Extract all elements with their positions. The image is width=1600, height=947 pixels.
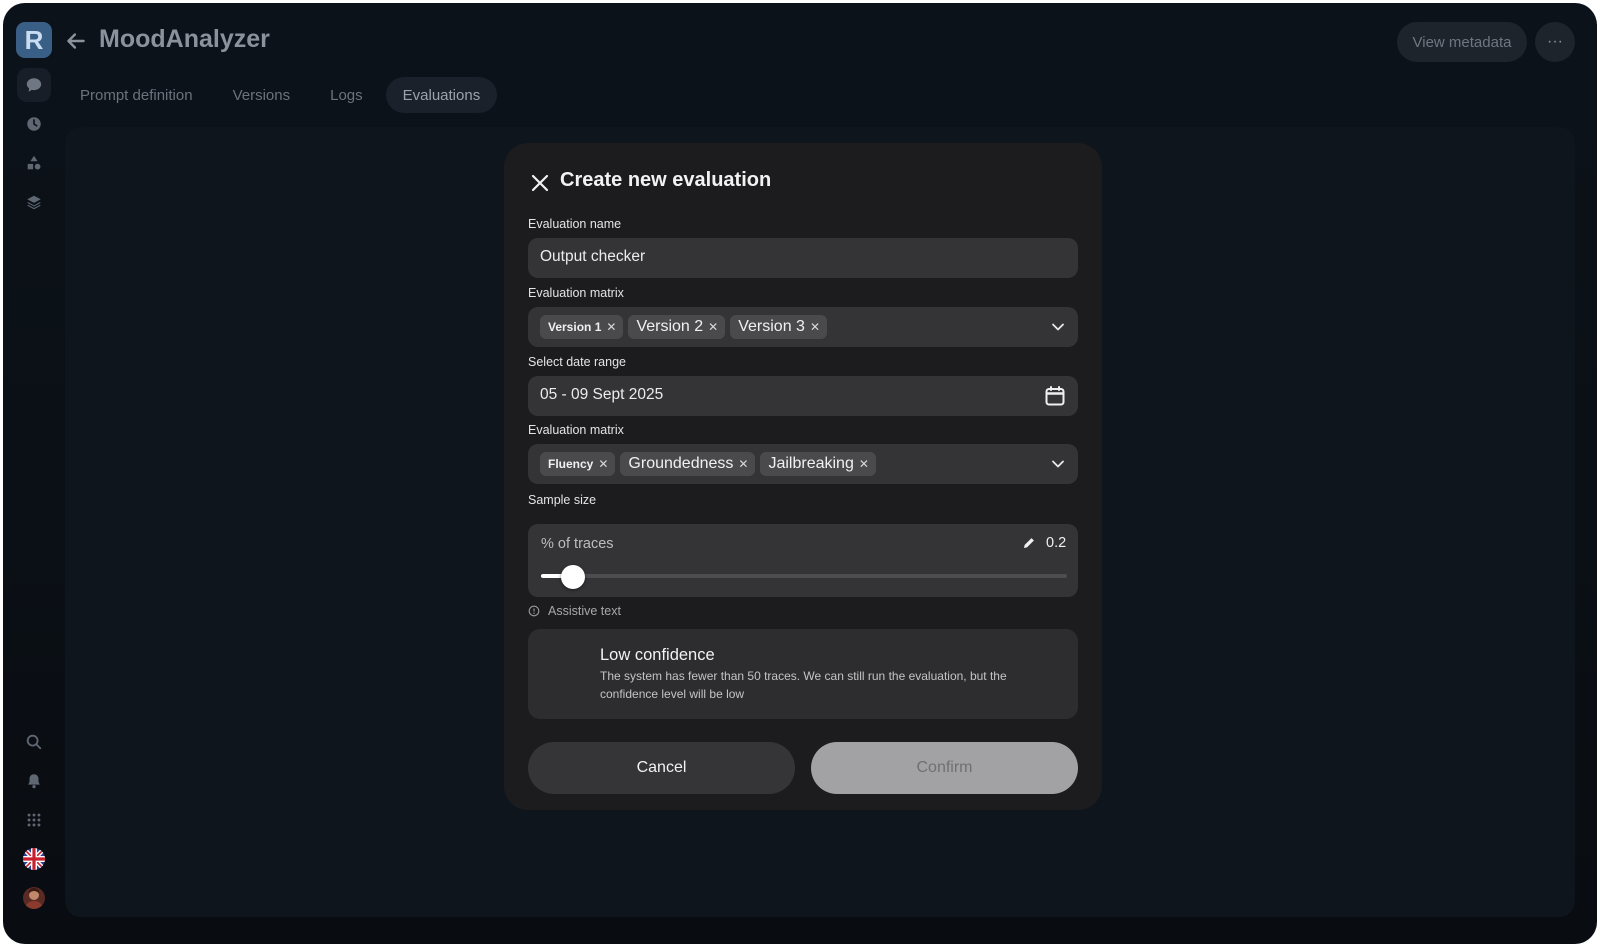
chip-label: Jailbreaking: [768, 455, 854, 472]
chip-remove-icon[interactable]: ✕: [859, 457, 869, 471]
apps-grid-icon[interactable]: [17, 803, 51, 837]
more-options-button[interactable]: ···: [1535, 22, 1575, 62]
app-window: R MoodAnalyzer View metadata ··· Prompt …: [3, 3, 1597, 944]
chip-label: Version 1: [548, 320, 602, 334]
modal-title: Create new evaluation: [560, 169, 772, 191]
create-evaluation-modal: Create new evaluation Evaluation name Ou…: [504, 143, 1102, 810]
info-icon: [528, 605, 540, 617]
slider-thumb[interactable]: [560, 565, 585, 589]
view-metadata-button[interactable]: View metadata: [1397, 22, 1527, 62]
chip-label: Fluency: [548, 457, 594, 471]
chip-remove-icon[interactable]: ✕: [738, 457, 748, 471]
clock-icon[interactable]: [17, 107, 51, 141]
shapes-icon[interactable]: [17, 146, 51, 180]
metric-matrix-label: Evaluation matrix: [528, 423, 624, 437]
evaluation-name-input[interactable]: Output checker: [528, 238, 1078, 278]
date-range-label: Select date range: [528, 355, 626, 369]
close-icon[interactable]: [530, 173, 550, 193]
user-avatar[interactable]: [17, 881, 51, 915]
sample-size-sublabel: % of traces: [541, 536, 614, 552]
chip-remove-icon[interactable]: ✕: [708, 320, 718, 334]
chip-version-3: Version 3 ✕: [730, 315, 827, 339]
assistive-text: Assistive text: [548, 604, 621, 618]
confirm-button[interactable]: Confirm: [811, 742, 1078, 794]
tab-evaluations[interactable]: Evaluations: [385, 77, 498, 113]
version-matrix-select[interactable]: Version 1 ✕ Version 2 ✕ Version 3 ✕: [528, 307, 1078, 347]
tab-versions[interactable]: Versions: [216, 77, 308, 113]
tab-logs[interactable]: Logs: [313, 77, 380, 113]
chip-version-1: Version 1 ✕: [540, 315, 624, 339]
tab-prompt-definition[interactable]: Prompt definition: [63, 77, 210, 113]
chevron-down-icon[interactable]: [1050, 457, 1066, 471]
cancel-button[interactable]: Cancel: [528, 742, 795, 794]
sample-size-control: % of traces 0.2: [528, 524, 1078, 597]
sample-size-value[interactable]: 0.2: [1046, 535, 1066, 551]
low-confidence-notice: Low confidence The system has fewer than…: [528, 629, 1078, 719]
notice-title: Low confidence: [600, 646, 715, 664]
chip-label: Version 2: [636, 318, 704, 335]
sample-size-label: Sample size: [528, 493, 597, 507]
sidebar: R: [3, 3, 65, 944]
date-range-input[interactable]: 05 - 09 Sept 2025: [528, 376, 1078, 416]
tab-bar: Prompt definition Versions Logs Evaluati…: [63, 77, 503, 113]
chip-jailbreaking: Jailbreaking ✕: [760, 452, 876, 476]
chip-version-2: Version 2 ✕: [628, 315, 726, 339]
chip-remove-icon[interactable]: ✕: [810, 320, 820, 334]
assistive-text-row: Assistive text: [528, 604, 621, 618]
sample-size-slider-track[interactable]: [541, 574, 1067, 578]
notice-body: The system has fewer than 50 traces. We …: [600, 669, 1007, 701]
chip-fluency: Fluency ✕: [540, 452, 616, 476]
chat-icon[interactable]: [17, 68, 51, 102]
app-logo[interactable]: R: [16, 22, 52, 58]
calendar-icon[interactable]: [1044, 385, 1066, 407]
version-matrix-label: Evaluation matrix: [528, 286, 624, 300]
chip-label: Groundedness: [628, 455, 734, 472]
evaluation-name-label: Evaluation name: [528, 217, 622, 231]
evaluation-name-value: Output checker: [540, 248, 646, 265]
chip-label: Version 3: [738, 318, 805, 335]
chip-remove-icon[interactable]: ✕: [598, 457, 608, 471]
chevron-down-icon[interactable]: [1050, 320, 1066, 334]
back-arrow-icon[interactable]: [63, 28, 89, 54]
layers-icon[interactable]: [17, 185, 51, 219]
search-icon[interactable]: [17, 725, 51, 759]
metric-matrix-select[interactable]: Fluency ✕ Groundedness ✕ Jailbreaking ✕: [528, 444, 1078, 484]
chip-groundedness: Groundedness ✕: [620, 452, 756, 476]
date-range-value: 05 - 09 Sept 2025: [540, 386, 664, 403]
uk-flag-icon[interactable]: [17, 842, 51, 876]
chip-remove-icon[interactable]: ✕: [606, 320, 616, 334]
bell-icon[interactable]: [17, 764, 51, 798]
page-title: MoodAnalyzer: [99, 25, 270, 53]
pencil-icon[interactable]: [1022, 536, 1036, 550]
